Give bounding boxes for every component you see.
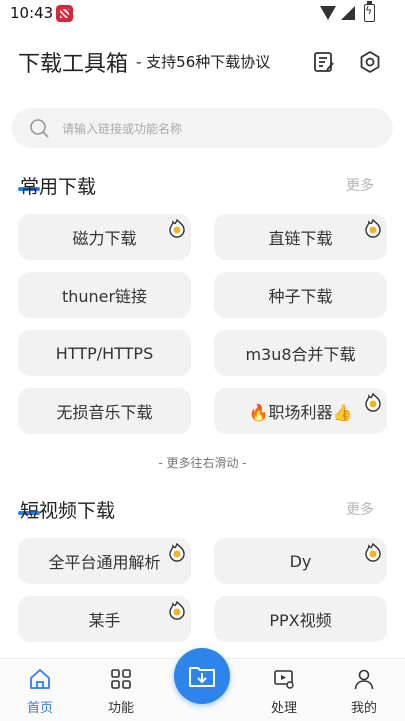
tile-magnet-download[interactable]: 磁力下载 [18, 214, 191, 260]
status-bar: 10:43 [0, 0, 405, 28]
hot-badge-icon [365, 218, 381, 238]
tile-thunder-link[interactable]: thuner链接 [18, 272, 191, 318]
wifi-icon [320, 6, 336, 20]
nav-item-features[interactable]: 功能 [91, 667, 151, 717]
more-link-common[interactable]: 更多 [346, 175, 374, 195]
hot-badge-icon [365, 542, 381, 562]
search-icon [30, 119, 49, 138]
tile-lossless-music[interactable]: 无损音乐下载 [18, 388, 191, 434]
person-icon [354, 669, 374, 690]
note-edit-icon[interactable] [312, 50, 336, 74]
nav-item-home[interactable]: 首页 [10, 667, 70, 717]
nav-item-mine[interactable]: 我的 [334, 667, 394, 717]
signal-icon [341, 6, 355, 20]
hot-badge-icon [169, 542, 185, 562]
page-subtitle: - 支持56种下载协议 [136, 53, 271, 71]
hot-badge-icon [365, 392, 381, 412]
nav-label: 处理 [270, 701, 297, 716]
hot-badge-icon [169, 600, 185, 620]
search-bar[interactable]: 请输入链接或功能名称 [12, 108, 393, 148]
app-notification-icon [56, 5, 73, 22]
download-folder-icon [189, 667, 215, 687]
search-input[interactable]: 请输入链接或功能名称 [62, 120, 182, 137]
more-link-short-video[interactable]: 更多 [346, 499, 374, 519]
section-title-short-video: 短视频下载 [20, 500, 116, 522]
tile-direct-link-download[interactable]: 直链下载 [214, 214, 387, 260]
status-time: 10:43 [10, 4, 54, 22]
hot-badge-icon [169, 218, 185, 238]
swipe-hint: - 更多往右滑动 - [158, 456, 247, 470]
nav-label: 首页 [26, 701, 53, 716]
tile-ppx-video[interactable]: PPX视频 [214, 596, 387, 642]
tile-dy[interactable]: Dy [214, 538, 387, 584]
home-icon [30, 669, 50, 689]
battery-icon [364, 1, 375, 22]
tile-workplace-tool[interactable]: 🔥职场利器👍 [214, 388, 387, 434]
gear-icon[interactable] [358, 50, 382, 74]
tile-torrent-download[interactable]: 种子下载 [214, 272, 387, 318]
tile-moushou[interactable]: 某手 [18, 596, 191, 642]
page-title: 下载工具箱 [18, 52, 129, 77]
nav-label: 我的 [350, 701, 377, 716]
section-title-common: 常用下载 [20, 176, 97, 198]
nav-label: 功能 [107, 701, 134, 716]
nav-item-process[interactable]: 处理 [254, 667, 314, 717]
grid-icon [111, 669, 131, 689]
process-icon [274, 670, 294, 689]
download-fab-button[interactable] [174, 648, 230, 704]
header: 下载工具箱 - 支持56种下载协议 [0, 40, 405, 84]
tile-http-https[interactable]: HTTP/HTTPS [18, 330, 191, 376]
tile-universal-parse[interactable]: 全平台通用解析 [18, 538, 191, 584]
tile-m3u8-merge[interactable]: m3u8合并下载 [214, 330, 387, 376]
